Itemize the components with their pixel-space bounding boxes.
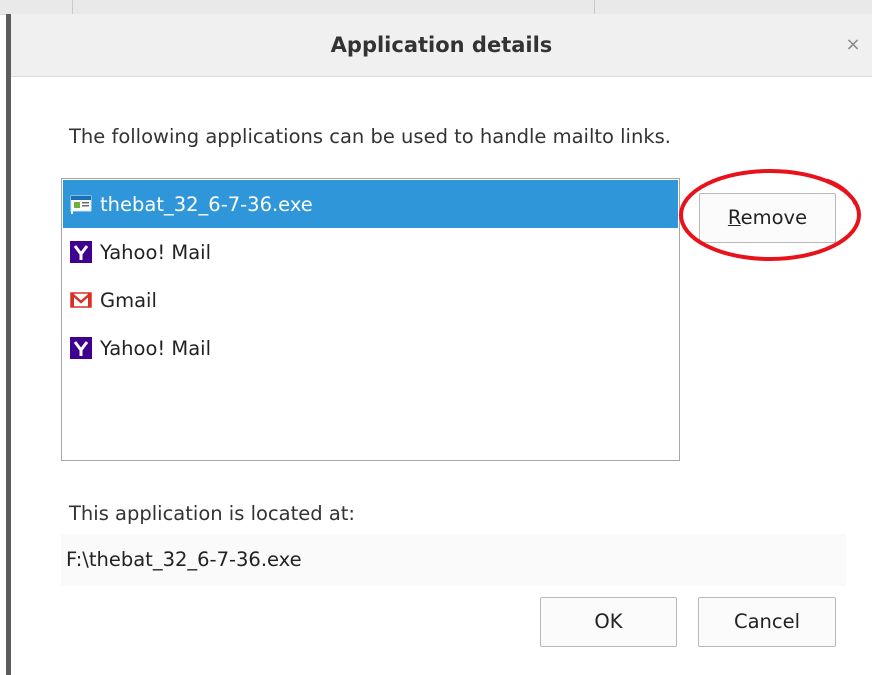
dialog-description: The following applications can be used t… <box>69 125 671 148</box>
yahoo-icon <box>70 337 92 359</box>
column-divider <box>72 0 73 14</box>
background-table-header <box>0 0 872 15</box>
list-item-label: thebat_32_6-7-36.exe <box>100 192 313 216</box>
dialog-titlebar: Application details × <box>11 14 872 77</box>
location-field: F:\thebat_32_6-7-36.exe <box>61 534 846 586</box>
ok-button[interactable]: OK <box>540 597 677 647</box>
list-item-label: Yahoo! Mail <box>100 336 212 360</box>
yahoo-icon <box>70 241 92 263</box>
list-item-thebat[interactable]: thebat_32_6-7-36.exe <box>63 180 678 228</box>
close-icon: × <box>845 34 861 55</box>
list-item-label: Yahoo! Mail <box>100 240 212 264</box>
application-details-dialog: Application details × The following appl… <box>6 14 872 675</box>
gmail-icon <box>70 289 92 311</box>
location-label: This application is located at: <box>69 502 355 525</box>
close-button[interactable]: × <box>842 34 864 56</box>
application-list[interactable]: thebat_32_6-7-36.exe Yahoo! Mail Gmail Y… <box>61 178 680 461</box>
dialog-title: Application details <box>330 33 553 57</box>
list-item-yahoo-mail[interactable]: Yahoo! Mail <box>63 228 678 276</box>
list-item-gmail[interactable]: Gmail <box>63 276 678 324</box>
cancel-button[interactable]: Cancel <box>698 597 836 647</box>
list-item-yahoo-mail[interactable]: Yahoo! Mail <box>63 324 678 372</box>
executable-icon <box>70 193 92 215</box>
column-divider <box>594 0 595 14</box>
list-item-label: Gmail <box>100 288 157 312</box>
highlight-circle-annotation <box>679 169 861 261</box>
